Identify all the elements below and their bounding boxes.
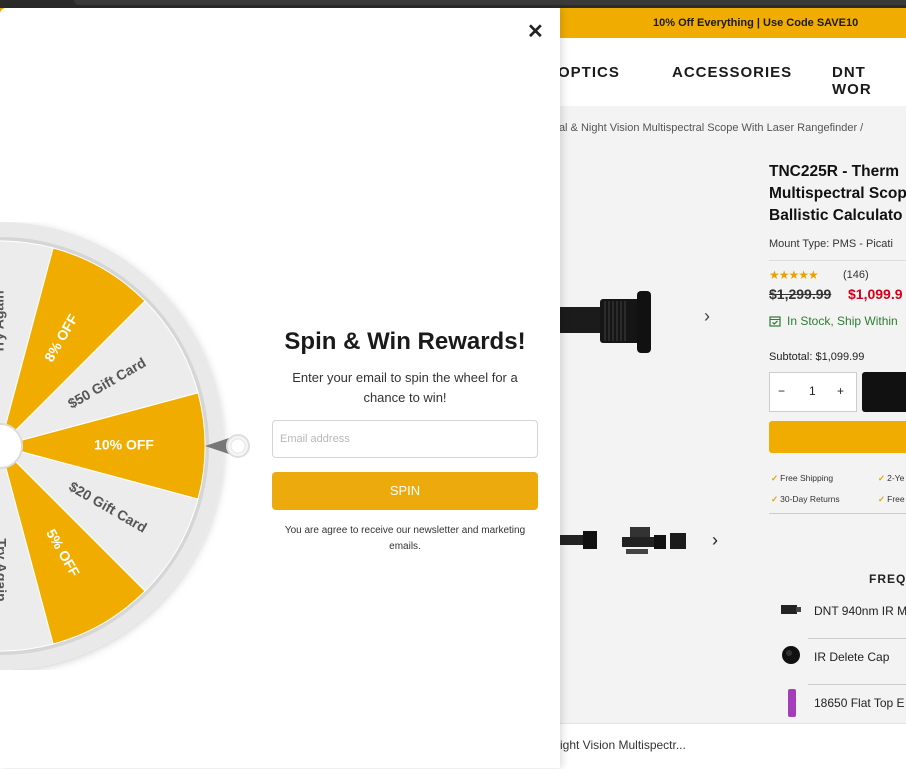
check-icon: ✓ (878, 494, 886, 504)
popup-heading: Spin & Win Rewards! (284, 328, 526, 355)
newsletter-disclaimer: You are agree to receive our newsletter … (284, 525, 526, 552)
perk-returns: ✓ 30-Day Returns (771, 494, 840, 505)
prize-wheel: Try Again8% OFF$50 Gift Card10% OFF$20 G… (0, 222, 250, 670)
perk-free-shipping: ✓ Free Shipping (771, 473, 833, 484)
sticky-product-title: ight Vision Multispectr... (560, 738, 686, 752)
sale-price: $1,099.9 (848, 286, 903, 302)
wheel-label-try-again-top: Try Again (0, 290, 7, 353)
perk-label: 30-Day Returns (780, 494, 840, 504)
promo-text: 10% Off Everything | Use Code SAVE10 (653, 17, 859, 29)
calendar-check-icon (769, 316, 781, 327)
product-thumbnail-1[interactable] (555, 525, 600, 553)
subtotal: Subtotal: $1,099.99 (769, 351, 865, 363)
product-title-line-3: Ballistic Calculato (769, 207, 903, 224)
thumbnail-next-icon[interactable]: › (712, 530, 718, 551)
old-price: $1,299.99 (769, 286, 832, 302)
nav-item-optics[interactable]: OPTICS (558, 64, 620, 81)
wheel-label-try-again-bottom: Try Again (0, 538, 9, 601)
quantity-value[interactable]: 1 (809, 384, 816, 398)
accessory-row[interactable]: IR Delete Cap (775, 638, 906, 686)
buy-now-button[interactable] (769, 421, 906, 453)
popup-subtext: Enter your email to spin the wheel for a… (292, 370, 518, 405)
gallery-next-icon[interactable]: › (704, 306, 710, 327)
product-scope-image (545, 291, 651, 353)
divider (808, 684, 906, 685)
browser-tab-strip (0, 0, 906, 8)
quantity-decrease-button[interactable]: − (778, 384, 785, 398)
product-title-line-1: TNC225R - Therm (769, 163, 900, 180)
spin-button[interactable]: SPIN (272, 472, 538, 510)
accessory-name[interactable]: DNT 940nm IR M (814, 604, 906, 618)
perk-label: 2-Ye (887, 473, 905, 483)
battery-thumbnail (788, 689, 796, 717)
divider (808, 638, 906, 639)
wheel-label-10-off: 10% OFF (94, 437, 154, 453)
perk-label: Free (887, 494, 905, 504)
nav-item-dnt-world[interactable]: DNT WOR (832, 64, 906, 98)
accessory-row[interactable]: DNT 940nm IR M (775, 596, 906, 640)
add-to-cart-button[interactable] (862, 372, 906, 412)
check-icon: ✓ (771, 473, 779, 483)
review-count[interactable]: (146) (843, 269, 869, 281)
close-icon[interactable]: ✕ (527, 22, 544, 42)
ir-delete-cap-thumbnail (782, 646, 800, 664)
breadcrumb-text[interactable]: ermal & Night Vision Multispectral Scope… (540, 122, 863, 134)
mount-type-label[interactable]: Mount Type: PMS - Picati (769, 238, 893, 250)
check-icon: ✓ (878, 473, 886, 483)
email-field[interactable] (272, 420, 538, 458)
accessory-name[interactable]: 18650 Flat Top E (814, 696, 905, 710)
product-thumbnail-2[interactable] (620, 521, 690, 557)
divider (769, 260, 906, 261)
perk-warranty: ✓ 2-Ye (878, 473, 904, 484)
accessory-name[interactable]: IR Delete Cap (814, 650, 889, 664)
perk-label: Free Shipping (780, 473, 834, 483)
quantity-stepper[interactable]: − 1 + (769, 372, 857, 412)
frequently-bought-heading: FREQU (869, 572, 906, 586)
quantity-increase-button[interactable]: + (837, 384, 844, 398)
product-title-line-2: Multispectral Scop (769, 185, 906, 202)
perk-free: ✓ Free (878, 494, 905, 505)
nav-item-accessories[interactable]: ACCESSORIES (672, 64, 792, 81)
check-icon: ✓ (771, 494, 779, 504)
product-title: TNC225R - Therm Multispectral Scop Balli… (769, 161, 906, 227)
ir-illuminator-thumbnail (781, 605, 801, 614)
stock-text: In Stock, Ship Within (787, 314, 898, 328)
divider (769, 513, 906, 514)
rating-stars-icon[interactable]: ★★★★★ (769, 268, 819, 282)
stock-status: In Stock, Ship Within (769, 314, 898, 328)
